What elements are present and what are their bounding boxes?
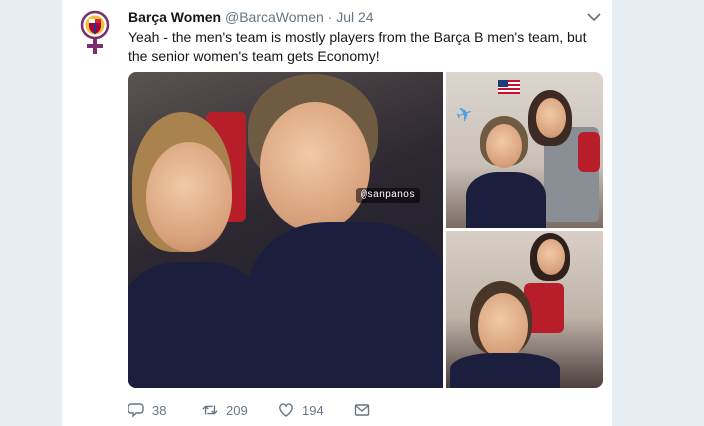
retweet-button[interactable]: 209: [202, 402, 248, 418]
direct-message-button[interactable]: [354, 402, 378, 418]
photo-two-players-window[interactable]: ✈: [446, 72, 603, 228]
handle[interactable]: @BarcaWomen: [225, 9, 324, 25]
face: [260, 102, 370, 232]
face: [478, 293, 528, 359]
photo-selfie-two-players[interactable]: @sanpanos: [128, 72, 443, 388]
tweet-card[interactable]: Barça Women @BarcaWomen · Jul 24 Yeah - …: [62, 0, 612, 426]
like-count: 194: [302, 402, 324, 418]
timestamp[interactable]: Jul 24: [336, 9, 373, 25]
airplane-icon: ✈: [452, 101, 477, 129]
barca-women-logo-icon[interactable]: [80, 10, 110, 56]
retweet-icon: [202, 405, 218, 415]
like-icon: [279, 403, 293, 417]
face: [536, 98, 566, 138]
retweet-count: 209: [226, 402, 248, 418]
reply-icon: [128, 403, 144, 418]
message-icon: [354, 404, 370, 416]
display-name[interactable]: Barça Women: [128, 9, 221, 25]
shirt: [466, 172, 546, 228]
us-flag-icon: [498, 80, 520, 94]
chevron-down-icon[interactable]: [586, 10, 602, 22]
tweet-header: Barça Women @BarcaWomen · Jul 24: [128, 9, 374, 25]
tweet-text: Yeah - the men's team is mostly players …: [128, 29, 587, 64]
photo-two-players-seats[interactable]: [446, 231, 603, 388]
face: [146, 142, 232, 252]
shirt: [128, 262, 268, 388]
media-grid: @sanpanos ✈: [128, 72, 603, 388]
plane-seat: [578, 132, 600, 172]
shirt: [248, 222, 443, 388]
shirt: [450, 353, 560, 388]
like-button[interactable]: 194: [278, 402, 324, 418]
face: [537, 239, 565, 275]
reply-count: 38: [152, 402, 167, 418]
face: [486, 124, 522, 168]
separator: ·: [327, 9, 333, 25]
reply-button[interactable]: 38: [128, 402, 166, 418]
instagram-tag: @sanpanos: [356, 188, 421, 203]
